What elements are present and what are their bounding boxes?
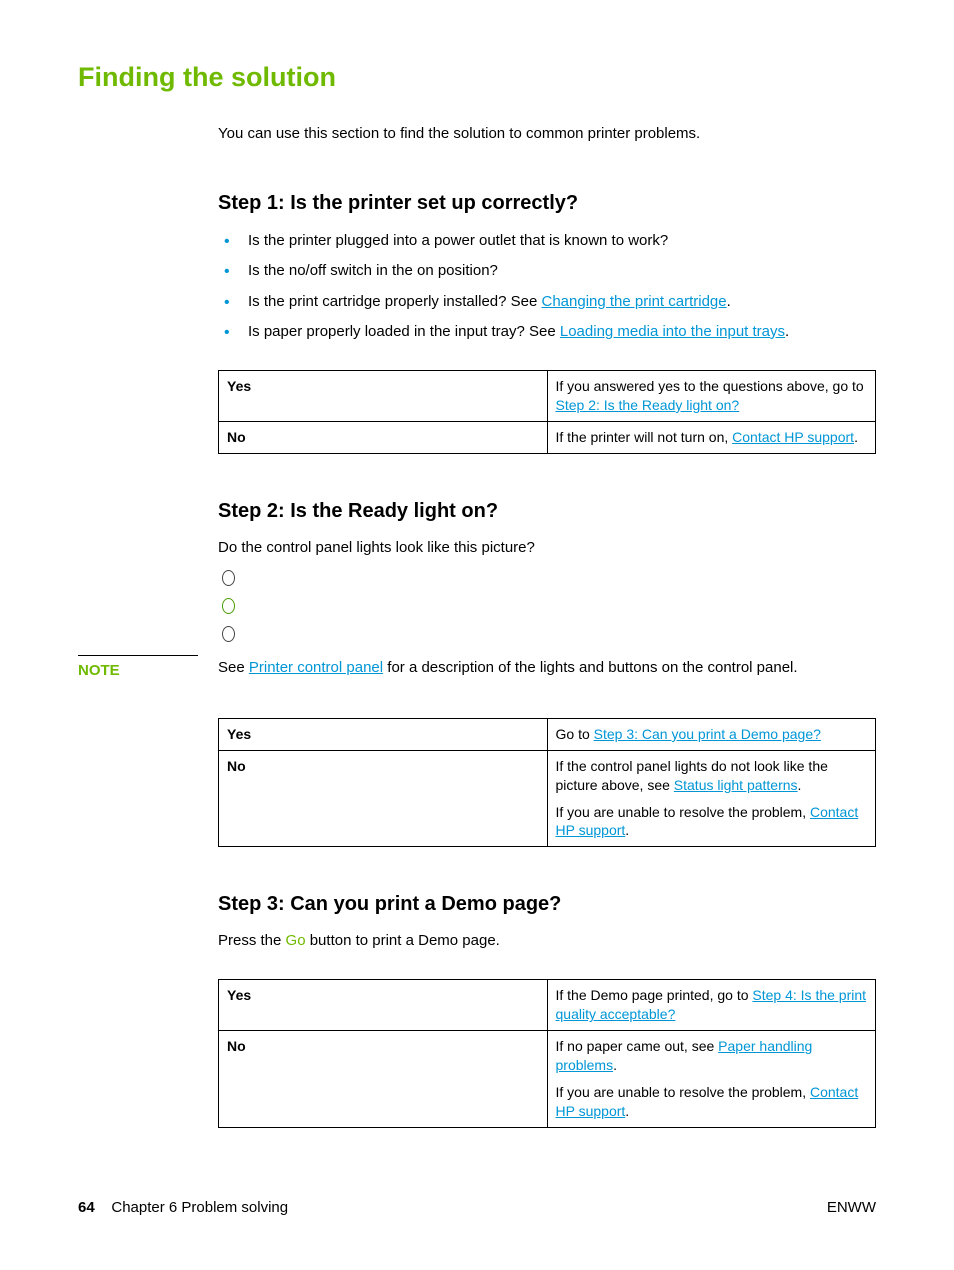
step3-table: Yes If the Demo page printed, go to Step…	[218, 979, 876, 1127]
intro-text: You can use this section to find the sol…	[218, 125, 876, 142]
bullet-text: Is paper properly loaded in the input tr…	[248, 323, 560, 340]
bullet-text: Is the no/off switch in the on position?	[248, 262, 498, 279]
note-text: See Printer control panel for a descript…	[218, 658, 876, 678]
list-item: Is the print cartridge properly installe…	[218, 292, 876, 312]
step1-bullet-list: Is the printer plugged into a power outl…	[218, 231, 876, 342]
table-row: Yes If the Demo page printed, go to Step…	[219, 980, 876, 1031]
link-contact-support[interactable]: Contact HP support	[732, 429, 854, 445]
step3-heading: Step 3: Can you print a Demo page?	[218, 893, 876, 916]
cell-no-text: If the printer will not turn on, Contact…	[547, 421, 876, 453]
cell-no-label: No	[219, 750, 548, 847]
cell-yes-text: If the Demo page printed, go to Step 4: …	[547, 980, 876, 1031]
step2-question: Do the control panel lights look like th…	[218, 539, 876, 556]
table-row: No If the control panel lights do not lo…	[219, 750, 876, 847]
bullet-text: Is the print cartridge properly installe…	[248, 293, 542, 310]
light-icon	[222, 598, 235, 614]
cell-yes-text: Go to Step 3: Can you print a Demo page?	[547, 718, 876, 750]
light-icon	[222, 570, 235, 586]
table-row: Yes If you answered yes to the questions…	[219, 371, 876, 422]
table-row: No If the printer will not turn on, Cont…	[219, 421, 876, 453]
footer-right: ENWW	[827, 1199, 876, 1216]
list-item: Is the printer plugged into a power outl…	[218, 231, 876, 251]
step1-table: Yes If you answered yes to the questions…	[218, 370, 876, 454]
cell-no-label: No	[219, 421, 548, 453]
footer-left: 64 Chapter 6 Problem solving	[78, 1199, 288, 1216]
light-indicator-diagram	[218, 570, 876, 642]
list-item: Is paper properly loaded in the input tr…	[218, 322, 876, 342]
step2-heading: Step 2: Is the Ready light on?	[218, 500, 876, 523]
cell-yes-label: Yes	[219, 980, 548, 1031]
link-step2[interactable]: Step 2: Is the Ready light on?	[556, 397, 740, 413]
note-block: NOTE See Printer control panel for a des…	[78, 658, 876, 678]
table-row: No If no paper came out, see Paper handl…	[219, 1031, 876, 1128]
bullet-text: Is the printer plugged into a power outl…	[248, 232, 668, 249]
cell-no-text: If the control panel lights do not look …	[547, 750, 876, 847]
cell-no-label: No	[219, 1031, 548, 1128]
list-item: Is the no/off switch in the on position?	[218, 261, 876, 281]
page-footer: 64 Chapter 6 Problem solving ENWW	[78, 1199, 876, 1216]
link-step3[interactable]: Step 3: Can you print a Demo page?	[594, 726, 821, 742]
light-icon	[222, 626, 235, 642]
go-label: Go	[286, 932, 306, 949]
link-control-panel[interactable]: Printer control panel	[249, 659, 383, 676]
step2-table: Yes Go to Step 3: Can you print a Demo p…	[218, 718, 876, 847]
chapter-label: Chapter 6 Problem solving	[111, 1199, 288, 1216]
step1-heading: Step 1: Is the printer set up correctly?	[218, 192, 876, 215]
cell-no-text: If no paper came out, see Paper handling…	[547, 1031, 876, 1128]
note-label: NOTE	[78, 655, 198, 679]
step3-instruction: Press the Go button to print a Demo page…	[218, 932, 876, 949]
cell-yes-label: Yes	[219, 718, 548, 750]
page-title: Finding the solution	[78, 62, 876, 93]
link-loading-media[interactable]: Loading media into the input trays	[560, 323, 785, 340]
page-number: 64	[78, 1199, 95, 1216]
link-changing-cartridge[interactable]: Changing the print cartridge	[542, 293, 727, 310]
link-status-light[interactable]: Status light patterns	[674, 777, 798, 793]
cell-yes-text: If you answered yes to the questions abo…	[547, 371, 876, 422]
cell-yes-label: Yes	[219, 371, 548, 422]
table-row: Yes Go to Step 3: Can you print a Demo p…	[219, 718, 876, 750]
